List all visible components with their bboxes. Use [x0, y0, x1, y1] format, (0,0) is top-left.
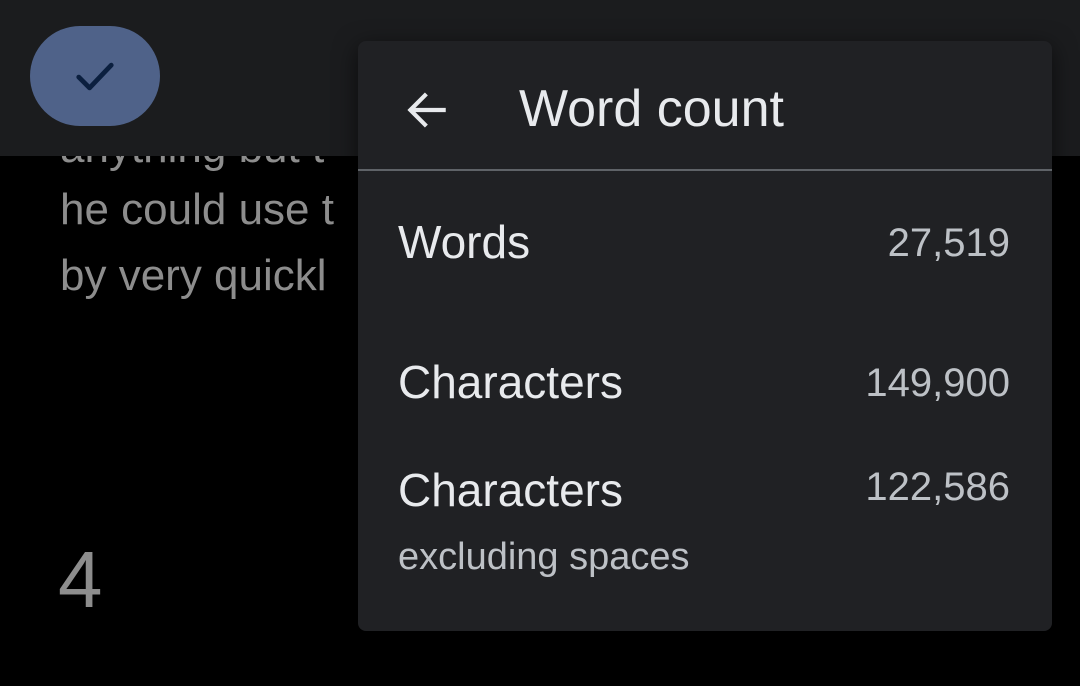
arrow-back-icon — [407, 92, 446, 128]
characters-value: 149,900 — [865, 361, 1010, 405]
screen: anything but t he could use t by very qu… — [0, 0, 1080, 686]
page-number: 4 — [58, 535, 103, 624]
done-button[interactable] — [30, 26, 160, 126]
document-text-line: anything but t — [60, 156, 324, 170]
header-divider — [358, 169, 1052, 171]
dialog-header: Word count — [358, 41, 1052, 169]
characters-no-spaces-sublabel: excluding spaces — [398, 536, 690, 578]
word-count-dialog: Word count Words 27,519 Characters 149,9… — [358, 41, 1052, 631]
words-label: Words — [398, 216, 531, 268]
characters-no-spaces-value: 122,586 — [865, 465, 1010, 509]
characters-no-spaces-label: Characters — [398, 464, 623, 516]
characters-label: Characters — [398, 356, 623, 408]
document-text-line: he could use t — [60, 185, 334, 234]
back-button[interactable] — [394, 77, 460, 143]
words-value: 27,519 — [887, 221, 1010, 265]
document-text-line: by very quickl — [60, 251, 327, 300]
dialog-title: Word count — [519, 80, 784, 138]
check-icon — [76, 62, 114, 91]
